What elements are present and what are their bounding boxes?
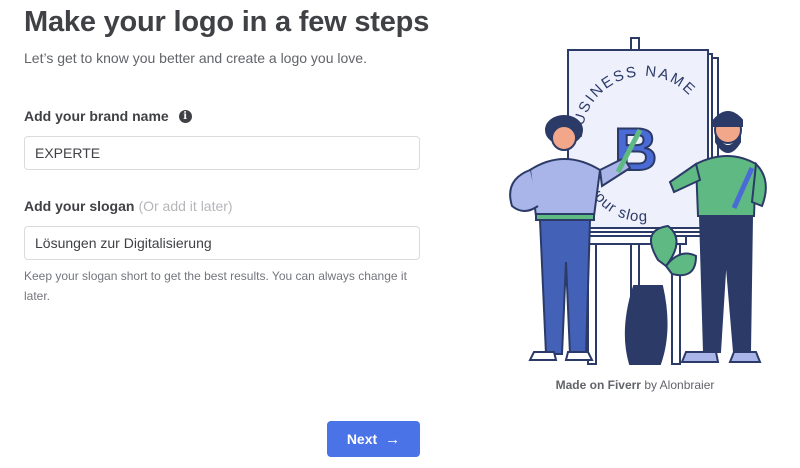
illustration-credit: Made on Fiverr by Alonbraier	[490, 378, 780, 392]
brand-name-input[interactable]	[24, 136, 420, 170]
brand-name-label-row: Add your brand name i	[24, 108, 192, 124]
slogan-hint: Keep your slogan short to get the best r…	[24, 269, 407, 303]
next-button[interactable]: Next →	[327, 421, 420, 457]
info-icon[interactable]: i	[178, 109, 192, 123]
page-subtitle: Let’s get to know you better and create …	[24, 50, 367, 66]
arrow-right-icon: →	[385, 430, 401, 448]
credit-author: by Alonbraier	[644, 378, 715, 392]
credit-brand: Made on Fiverr	[555, 378, 641, 392]
slogan-input[interactable]	[24, 226, 420, 260]
brand-name-label: Add your brand name	[24, 108, 169, 124]
slogan-label-row: Add your slogan (Or add it later)	[24, 198, 233, 214]
slogan-label: Add your slogan	[24, 198, 135, 214]
logo-illustration: BUSINESS NAME your slog B	[509, 37, 767, 365]
page-title: Make your logo in a few steps	[24, 6, 430, 38]
next-button-label: Next	[346, 431, 378, 447]
slogan-optional-note: (Or add it later)	[138, 198, 233, 214]
